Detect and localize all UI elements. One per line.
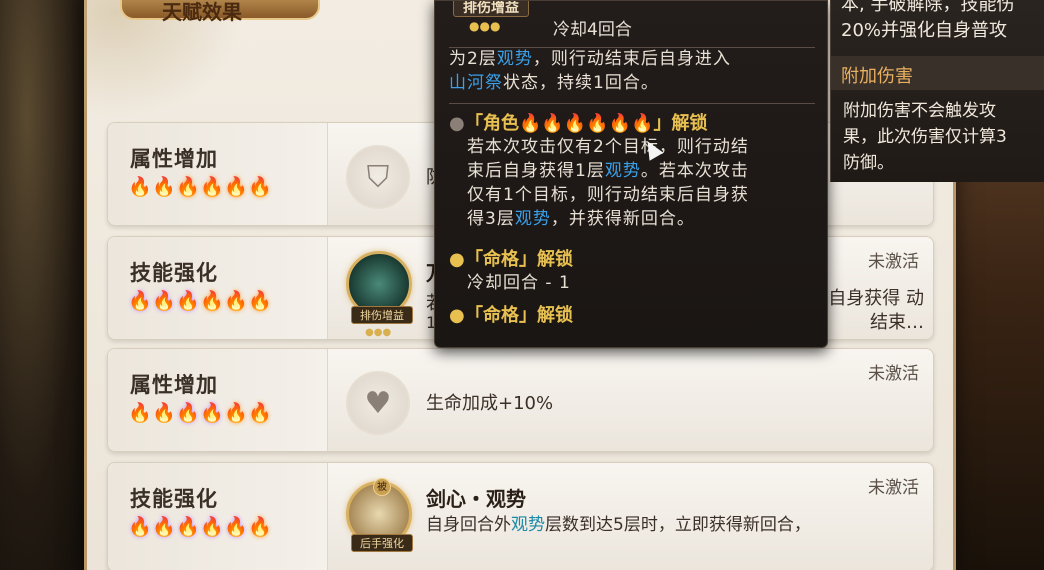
flame-icon: 🔥 xyxy=(224,516,248,538)
flame-icon: 🔥 xyxy=(128,290,152,312)
talent-card[interactable]: 技能强化 🔥 🔥 🔥 🔥 🔥 🔥 被 后手强化 未激活 剑心・观势 自身回合外观… xyxy=(107,462,934,570)
flame-icon: 🔥 xyxy=(152,516,176,538)
damage-tooltip: 本, 手破解除，技能伤 20%并强化自身普攻 附加伤害 附加伤害不会触发攻 果，… xyxy=(830,0,1044,182)
shield-percent-icon: ⛉ xyxy=(346,145,410,209)
card-category: 属性增加 xyxy=(130,373,218,397)
flame-icon: 🔥 xyxy=(248,402,272,424)
text-line: 防御。 xyxy=(843,153,894,173)
panel-banner: 天赋效果 xyxy=(120,0,320,24)
status-label: 未激活 xyxy=(868,252,919,272)
flame-icon: 🔥 xyxy=(200,402,224,424)
skill-tooltip: 排伤增益 ●●● 冷却4回合 为2层观势，则行动结束后自身进入 山河祭状态，持续… xyxy=(434,0,828,348)
body-line: 仅有1个目标，则行动结束后自身获 xyxy=(467,185,749,205)
text-line: 本, 手破解除，技能伤 xyxy=(841,0,1015,15)
passive-badge: 被 xyxy=(373,478,391,496)
card-header xyxy=(108,349,328,451)
text: 为2层 xyxy=(449,49,497,69)
flame-icon: 🔥 xyxy=(224,290,248,312)
flame-icon: 🔥 xyxy=(176,402,200,424)
skill-description: 自身回合外观势层数到达5层时，立即获得新回合， xyxy=(426,513,926,537)
status-label: 未激活 xyxy=(868,364,919,384)
flame-rating: 🔥 🔥 🔥 🔥 🔥 🔥 xyxy=(128,289,272,313)
tooltip-header: 附加伤害 xyxy=(831,56,1044,90)
tooltip-section-head: ●「命格」解锁 xyxy=(449,305,573,326)
flame-icon: 🔥 xyxy=(248,176,272,198)
text-line: 果，此次伤害仅计算3 xyxy=(843,127,1007,147)
tooltip-cooldown: 冷却4回合 xyxy=(553,20,632,40)
skill-name: 剑心・观势 xyxy=(426,487,526,511)
body-line: 得3层观势，并获得新回合。 xyxy=(467,207,817,231)
skill-icon[interactable]: 被 后手强化 xyxy=(346,478,413,552)
flame-rating: 🔥 🔥 🔥 🔥 🔥 🔥 xyxy=(128,515,272,539)
tooltip-line: 为2层观势，则行动结束后自身进入 xyxy=(449,47,731,71)
talent-card[interactable]: 属性增加 🔥 🔥 🔥 🔥 🔥 🔥 ♥ 未激活 生命加成+10% xyxy=(107,348,934,452)
flame-icon: 🔥 xyxy=(176,176,200,198)
skill-level-dots: ●●● xyxy=(365,327,392,338)
tooltip-title: 附加伤害 xyxy=(841,66,913,87)
flame-icon: 🔥 xyxy=(200,516,224,538)
desc-text: 自身回合外 xyxy=(426,515,511,535)
card-header xyxy=(108,237,328,339)
card-header xyxy=(108,123,328,225)
keyword[interactable]: 山河祭 xyxy=(449,73,503,93)
keyword[interactable]: 观势 xyxy=(497,49,533,69)
card-category: 属性增加 xyxy=(130,147,218,171)
flame-icon: 🔥 xyxy=(176,290,200,312)
text: 束后自身获得1层 xyxy=(467,161,605,181)
body-line: 束后自身获得1层观势。若本次攻击 xyxy=(467,159,817,183)
tooltip-icon-label: 排伤增益 xyxy=(453,1,529,17)
head-text: 」解锁 xyxy=(653,113,708,134)
text-line: 附加伤害不会触发攻 xyxy=(843,101,996,121)
text: 状态，持续1回合。 xyxy=(503,73,659,93)
flame-icon: 🔥 xyxy=(128,402,152,424)
text-line: 20%并强化自身普攻 xyxy=(841,20,1008,41)
keyword[interactable]: 观势 xyxy=(605,161,641,181)
desc-keyword[interactable]: 观势 xyxy=(511,515,545,535)
flame-icon: 🔥 xyxy=(152,402,176,424)
tooltip-body: 附加伤害不会触发攻 果，此次伤害仅计算3 防御。 xyxy=(843,98,1044,176)
flame-icon: 🔥 xyxy=(224,402,248,424)
flame-icon: 🔥 xyxy=(200,176,224,198)
tooltip-section-head: ●「命格」解锁 xyxy=(449,249,573,270)
tooltip-top-text: 本, 手破解除，技能伤 20%并强化自身普攻 xyxy=(841,0,1044,44)
skill-level-dots: ●●● xyxy=(469,19,501,33)
flame-icon: 🔥 xyxy=(224,176,248,198)
flame-icon: 🔥 xyxy=(248,290,272,312)
flame-rating: 🔥 🔥 🔥 🔥 🔥 🔥 xyxy=(128,175,272,199)
flame-icon: 🔥 xyxy=(128,176,152,198)
banner-title: 天赋效果 xyxy=(162,0,242,24)
head-text: 「命格」解锁 xyxy=(465,249,573,270)
status-label: 未激活 xyxy=(868,478,919,498)
text: 。若本次攻击 xyxy=(640,161,749,181)
tooltip-line: 冷却回合 - 1 xyxy=(467,273,571,293)
flame-icon: 🔥 xyxy=(200,290,224,312)
tooltip-section-head: ●「角色🔥🔥🔥🔥🔥🔥」解锁 xyxy=(449,113,708,134)
head-text: 「命格」解锁 xyxy=(465,305,573,326)
card-category: 技能强化 xyxy=(130,487,218,511)
flame-icon: 🔥 xyxy=(128,516,152,538)
card-description: 生命加成+10% xyxy=(426,393,554,414)
skill-tag: 排伤增益 xyxy=(351,306,413,324)
skill-description-right: 自身获得 动结束… xyxy=(828,288,924,333)
skill-icon[interactable]: 排伤增益 ●●● xyxy=(346,251,413,338)
text: 得3层 xyxy=(467,209,515,229)
text: ，并获得新回合。 xyxy=(550,209,695,229)
flame-icon: 🔥 xyxy=(176,516,200,538)
tooltip-skill-icon: 排伤增益 ●●● xyxy=(451,1,531,39)
text: ，则行动结束后自身进入 xyxy=(532,49,731,69)
tooltip-line: 山河祭状态，持续1回合。 xyxy=(449,71,659,95)
skill-tag: 后手强化 xyxy=(351,534,413,552)
background-left xyxy=(0,0,90,570)
tooltip-divider xyxy=(449,103,815,104)
card-category: 技能强化 xyxy=(130,261,218,285)
flame-icon: 🔥 xyxy=(152,176,176,198)
keyword[interactable]: 观势 xyxy=(515,209,551,229)
heart-percent-icon: ♥ xyxy=(346,371,410,435)
head-text: 「角色 xyxy=(465,113,519,134)
flame-icon: 🔥 xyxy=(248,516,272,538)
desc-text: 层数到达5层时，立即获得新回合， xyxy=(545,515,811,535)
flame-rating: 🔥 🔥 🔥 🔥 🔥 🔥 xyxy=(128,401,272,425)
flame-icon: 🔥 xyxy=(152,290,176,312)
